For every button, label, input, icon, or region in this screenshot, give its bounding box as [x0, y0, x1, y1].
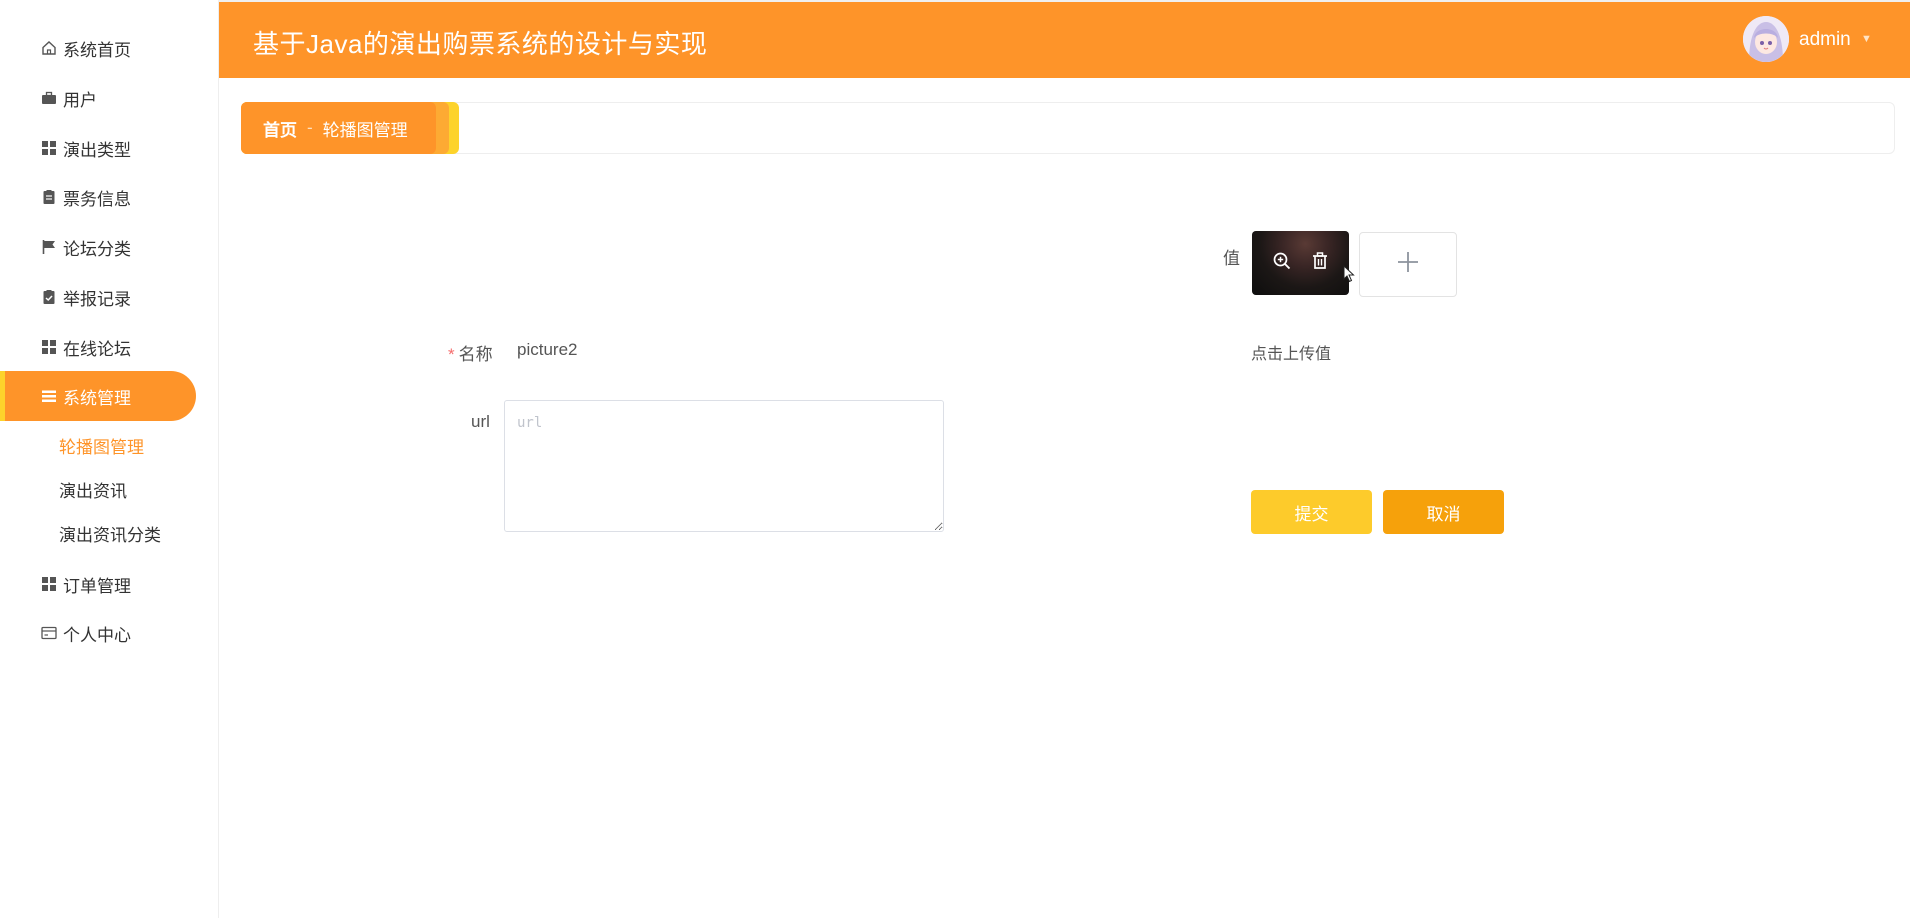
app-title: 基于Java的演出购票系统的设计与实现	[253, 29, 708, 59]
sidebar-item-online-forum[interactable]: 在线论坛	[0, 322, 196, 372]
mouse-cursor-icon	[1343, 264, 1355, 288]
value-label: 值	[1223, 249, 1240, 268]
sidebar-subitem-carousel[interactable]: 轮播图管理	[59, 433, 144, 458]
upload-trigger[interactable]	[1359, 232, 1457, 297]
menu-icon	[41, 388, 57, 404]
grid-icon	[41, 140, 57, 156]
sidebar: 系统首页 用户 演出类型 票务信息 论坛分类 举报记录 在线论坛 系统管理 轮播…	[0, 0, 219, 918]
required-asterisk: *	[448, 345, 455, 364]
breadcrumb: 首页 - 轮播图管理	[241, 102, 436, 154]
breadcrumb-home[interactable]: 首页	[263, 116, 297, 141]
sidebar-item-label: 系统管理	[63, 388, 131, 408]
url-input[interactable]	[504, 400, 944, 532]
flag-icon	[41, 239, 57, 255]
zoom-in-icon[interactable]	[1272, 251, 1292, 276]
breadcrumb-separator: -	[307, 118, 313, 137]
sidebar-item-forum-category[interactable]: 论坛分类	[0, 222, 196, 272]
sidebar-item-system-management[interactable]: 系统管理	[0, 371, 196, 421]
card-icon	[41, 625, 57, 641]
delete-icon[interactable]	[1310, 251, 1330, 276]
sidebar-item-label: 论坛分类	[63, 239, 131, 259]
grid-icon	[41, 339, 57, 355]
url-label: url	[471, 412, 490, 431]
sidebar-item-label: 个人中心	[63, 625, 131, 645]
sidebar-subitem-news-category[interactable]: 演出资讯分类	[59, 521, 161, 546]
sidebar-item-label: 演出类型	[63, 140, 131, 160]
cancel-button[interactable]: 取消	[1383, 490, 1504, 534]
sidebar-item-show-types[interactable]: 演出类型	[0, 123, 196, 173]
submit-button[interactable]: 提交	[1251, 490, 1372, 534]
name-label: * 名称	[448, 345, 493, 364]
sidebar-item-report-records[interactable]: 举报记录	[0, 272, 196, 322]
user-name[interactable]: admin	[1799, 29, 1851, 51]
sidebar-item-home[interactable]: 系统首页	[0, 23, 196, 73]
breadcrumb-current: 轮播图管理	[322, 120, 408, 140]
sidebar-item-label: 系统首页	[63, 40, 131, 60]
grid-icon	[41, 576, 57, 592]
clipboard-check-icon	[41, 289, 57, 305]
upload-hint: 点击上传值	[1251, 346, 1332, 363]
plus-icon	[1395, 249, 1421, 280]
sidebar-item-label: 订单管理	[63, 576, 131, 596]
clipboard-icon	[41, 189, 57, 205]
sidebar-item-ticket-info[interactable]: 票务信息	[0, 172, 196, 222]
home-icon	[41, 40, 57, 56]
name-value: picture2	[517, 340, 578, 359]
breadcrumb-bar	[241, 102, 1895, 154]
sidebar-subitem-show-news[interactable]: 演出资讯	[59, 477, 127, 502]
avatar[interactable]	[1743, 16, 1789, 62]
sidebar-item-label: 举报记录	[63, 289, 131, 309]
sidebar-item-personal-center[interactable]: 个人中心	[0, 608, 196, 658]
sidebar-item-label: 用户	[63, 90, 97, 110]
sidebar-item-label: 票务信息	[63, 189, 131, 209]
thumbnail-actions	[1252, 231, 1349, 295]
caret-down-icon[interactable]: ▼	[1861, 33, 1872, 45]
uploaded-image-thumbnail[interactable]	[1252, 231, 1349, 295]
top-header: 基于Java的演出购票系统的设计与实现 admin ▼	[219, 0, 1910, 78]
briefcase-icon	[41, 90, 57, 106]
sidebar-item-orders[interactable]: 订单管理	[0, 559, 196, 609]
sidebar-item-users[interactable]: 用户	[0, 73, 196, 123]
sidebar-item-label: 在线论坛	[63, 339, 131, 359]
